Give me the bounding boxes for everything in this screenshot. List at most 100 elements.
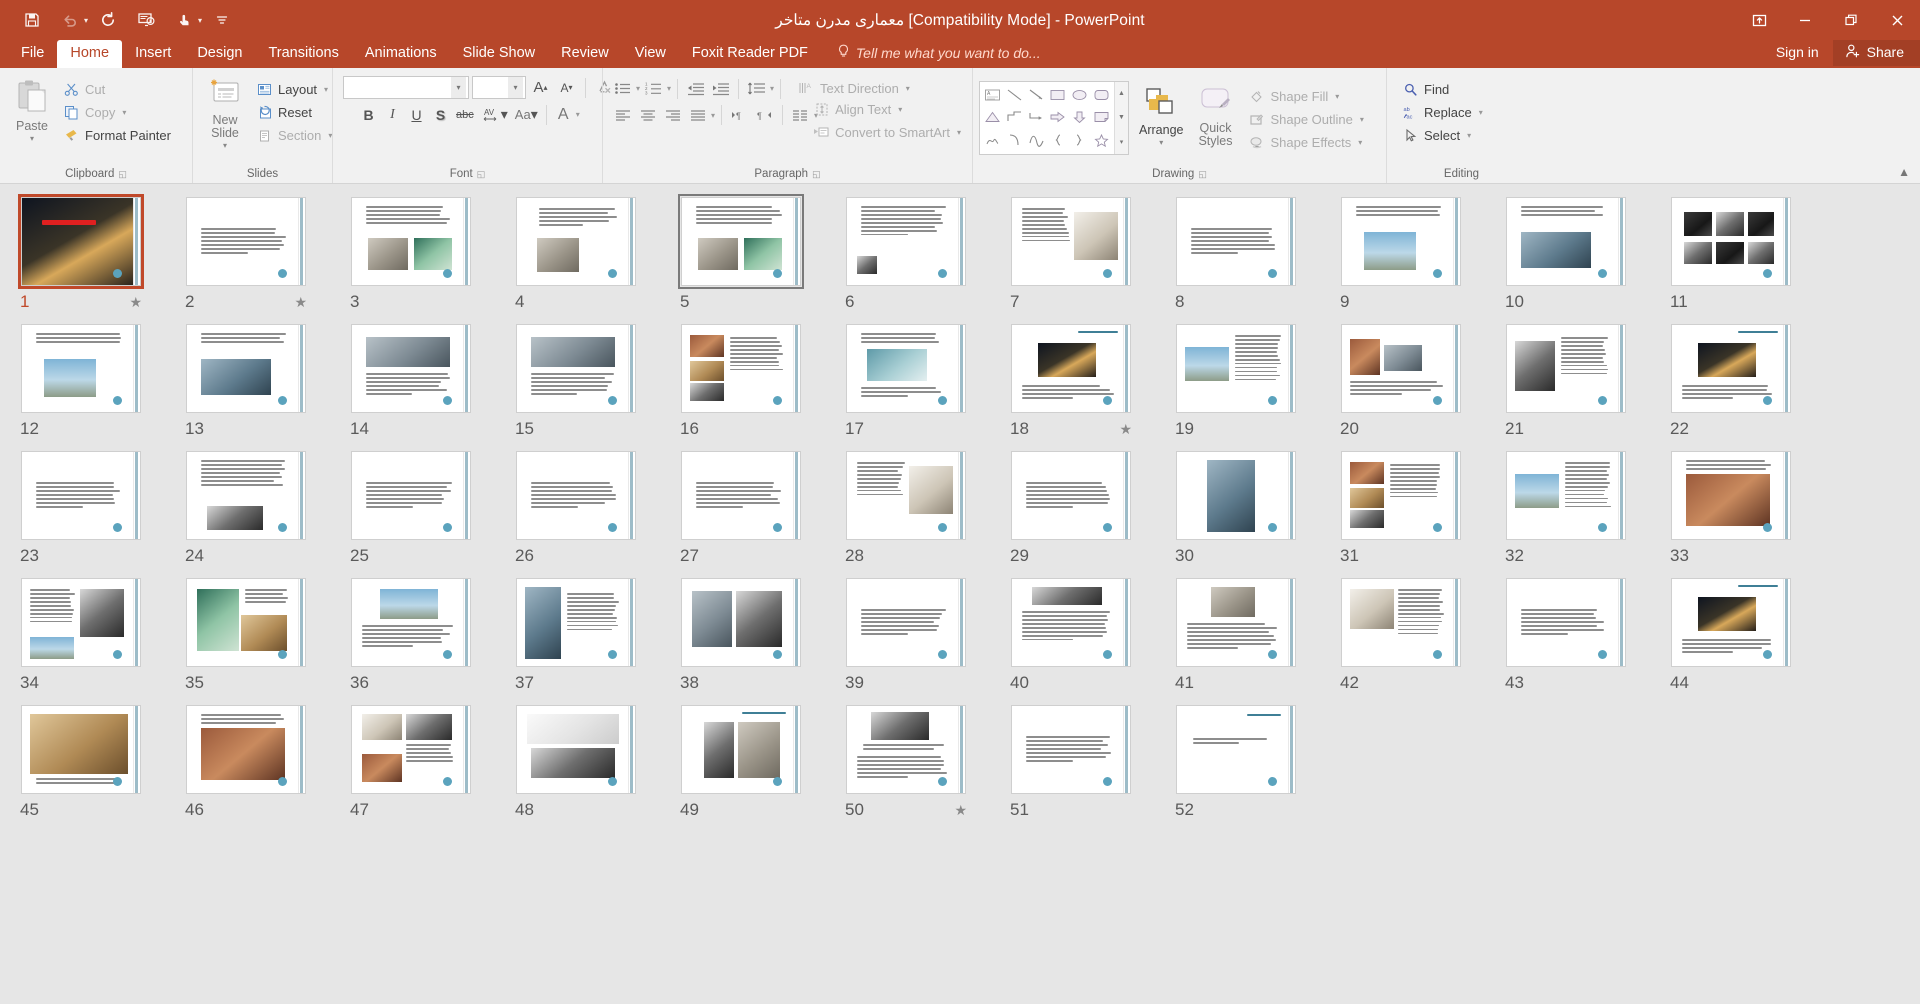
copy-dropdown-icon[interactable]: ▾ [122, 108, 126, 117]
slide-thumbnail-cell[interactable]: 4 [513, 194, 678, 321]
slide-thumbnail[interactable] [1338, 448, 1464, 543]
slide-thumbnail[interactable] [1503, 321, 1629, 416]
slide-thumbnail[interactable] [183, 702, 309, 797]
slide-thumbnail-cell[interactable]: 31 [1338, 448, 1503, 575]
smartart-dropdown-icon[interactable]: ▾ [957, 128, 961, 137]
italic-button[interactable]: I [381, 103, 404, 126]
align-right-button[interactable] [661, 104, 684, 126]
font-size-dropdown-icon[interactable]: ▾ [508, 77, 523, 98]
new-slide-button[interactable]: NewSlide ▾ [199, 73, 251, 153]
slide-thumbnail[interactable] [18, 448, 144, 543]
close-button[interactable] [1874, 0, 1920, 40]
slide-thumbnail[interactable] [183, 448, 309, 543]
slide-thumbnail-cell[interactable]: 18★ [1008, 321, 1173, 448]
slide-thumbnail[interactable] [18, 702, 144, 797]
shape-rectangle[interactable] [1047, 84, 1069, 107]
animation-star-icon[interactable]: ★ [129, 294, 142, 311]
restore-button[interactable] [1828, 0, 1874, 40]
slide-thumbnail-cell[interactable]: 17 [843, 321, 1008, 448]
slide-thumbnail-cell[interactable]: 41 [1173, 575, 1338, 702]
paste-dropdown-icon[interactable]: ▾ [30, 134, 34, 143]
center-button[interactable] [636, 104, 659, 126]
slide-thumbnail[interactable] [1338, 194, 1464, 289]
slide-thumbnail[interactable] [513, 702, 639, 797]
undo-dropdown-icon[interactable]: ▾ [84, 16, 88, 25]
bullets-button[interactable] [611, 78, 634, 100]
slide-thumbnail-cell[interactable]: 33 [1668, 448, 1833, 575]
shapes-scroll-down-icon[interactable]: ▼ [1115, 106, 1128, 130]
slide-thumbnail-cell[interactable]: 12 [18, 321, 183, 448]
slide-thumbnail[interactable] [1668, 575, 1794, 670]
slide-thumbnail[interactable] [1503, 194, 1629, 289]
slide-thumbnail-cell[interactable]: 52 [1173, 702, 1338, 829]
increase-font-size-button[interactable]: A▴ [529, 76, 552, 99]
slide-thumbnail[interactable] [1008, 575, 1134, 670]
customize-quick-access-toolbar-button[interactable] [204, 4, 240, 36]
line-spacing-dropdown-icon[interactable]: ▾ [770, 84, 774, 93]
increase-list-level-button[interactable] [709, 78, 732, 100]
slide-thumbnail[interactable] [1173, 194, 1299, 289]
slide-thumbnail-cell[interactable]: 44 [1668, 575, 1833, 702]
font-name-dropdown-icon[interactable]: ▾ [451, 77, 466, 98]
shape-text-box[interactable]: A [982, 84, 1004, 107]
slide-thumbnail[interactable] [1173, 575, 1299, 670]
slide-thumbnail[interactable] [183, 575, 309, 670]
align-left-button[interactable] [611, 104, 634, 126]
section-button[interactable]: Section ▾ [251, 124, 337, 147]
shape-fill-dropdown-icon[interactable]: ▾ [1335, 92, 1339, 101]
shape-left-brace[interactable] [1047, 129, 1069, 152]
slide-thumbnail[interactable] [1338, 575, 1464, 670]
slide-thumbnail[interactable] [1668, 194, 1794, 289]
slide-thumbnail[interactable] [1503, 575, 1629, 670]
shape-down-arrow[interactable] [1069, 106, 1091, 129]
share-button[interactable]: Share [1833, 40, 1920, 66]
right-to-left-text-direction-button[interactable]: ¶ [753, 104, 776, 126]
slide-thumbnail-cell[interactable]: 51 [1008, 702, 1173, 829]
slide-thumbnail[interactable] [678, 194, 804, 289]
slide-thumbnail-cell[interactable]: 10 [1503, 194, 1668, 321]
slide-thumbnail-cell[interactable]: 50★ [843, 702, 1008, 829]
quick-styles-button[interactable]: QuickStyles [1189, 85, 1241, 151]
slide-thumbnail[interactable] [183, 194, 309, 289]
slide-thumbnail-cell[interactable]: 20 [1338, 321, 1503, 448]
slide-thumbnail-cell[interactable]: 13 [183, 321, 348, 448]
text-direction-button[interactable]: A Text Direction ▾ [793, 77, 915, 100]
tab-insert[interactable]: Insert [122, 40, 184, 68]
touch-mode-dropdown-icon[interactable]: ▾ [198, 16, 202, 25]
slide-thumbnail-cell[interactable]: 19 [1173, 321, 1338, 448]
slide-thumbnail-cell[interactable]: 15 [513, 321, 678, 448]
shape-freeform[interactable] [1025, 129, 1047, 152]
tab-home[interactable]: Home [57, 40, 122, 68]
slide-thumbnail-cell[interactable]: 32 [1503, 448, 1668, 575]
slide-thumbnail[interactable] [18, 321, 144, 416]
slide-thumbnail-cell[interactable]: 6 [843, 194, 1008, 321]
slide-thumbnail[interactable] [1338, 321, 1464, 416]
shape-scribble[interactable] [982, 129, 1004, 152]
slide-thumbnail[interactable] [348, 702, 474, 797]
slide-thumbnail[interactable] [513, 575, 639, 670]
slide-thumbnail[interactable] [1008, 194, 1134, 289]
shape-folded-corner[interactable] [1090, 106, 1112, 129]
slide-thumbnail-cell[interactable]: 30 [1173, 448, 1338, 575]
tab-transitions[interactable]: Transitions [255, 40, 351, 68]
replace-dropdown-icon[interactable]: ▾ [1479, 108, 1483, 117]
decrease-font-size-button[interactable]: A▾ [555, 76, 578, 99]
slide-thumbnail-cell[interactable]: 34 [18, 575, 183, 702]
tab-foxit-reader-pdf[interactable]: Foxit Reader PDF [679, 40, 821, 68]
undo-button[interactable] [52, 4, 88, 36]
slide-thumbnail[interactable] [1503, 448, 1629, 543]
shape-line[interactable] [1004, 84, 1026, 107]
slide-thumbnail-cell[interactable]: 24 [183, 448, 348, 575]
font-name-input[interactable]: ▾ [343, 76, 469, 99]
slide-thumbnail-cell[interactable]: 49 [678, 702, 843, 829]
slide-thumbnail[interactable] [513, 194, 639, 289]
shapes-scroll-up-icon[interactable]: ▲ [1115, 82, 1128, 106]
shape-outline-dropdown-icon[interactable]: ▾ [1360, 115, 1364, 124]
slide-thumbnail-cell[interactable]: 35 [183, 575, 348, 702]
slide-thumbnail-cell[interactable]: 29 [1008, 448, 1173, 575]
slide-thumbnail-cell[interactable]: 22 [1668, 321, 1833, 448]
convert-to-smartart-button[interactable]: Convert to SmartArt ▾ [808, 121, 966, 144]
tab-file[interactable]: File [8, 40, 57, 68]
justify-dropdown-icon[interactable]: ▾ [711, 111, 715, 120]
replace-button[interactable]: abac Replace ▾ [1397, 101, 1488, 124]
